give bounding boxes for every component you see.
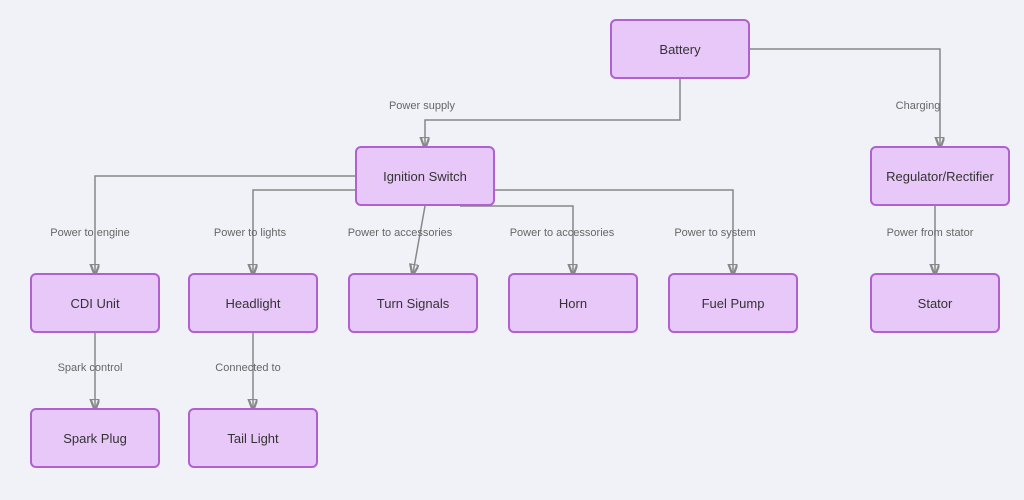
label-power-lights: Power to lights xyxy=(190,227,310,239)
node-battery: Battery xyxy=(610,19,750,79)
node-regulator: Regulator/Rectifier xyxy=(870,146,1010,206)
diagram: Battery Ignition Switch Regulator/Rectif… xyxy=(0,0,1024,500)
node-turnsignals: Turn Signals xyxy=(348,273,478,333)
label-power-accessories-2: Power to accessories xyxy=(492,227,632,239)
label-power-stator: Power from stator xyxy=(860,227,1000,239)
label-power-supply: Power supply xyxy=(362,100,482,112)
label-power-system: Power to system xyxy=(650,227,780,239)
label-power-accessories-1: Power to accessories xyxy=(330,227,470,239)
label-charging: Charging xyxy=(878,100,958,112)
label-power-engine: Power to engine xyxy=(30,227,150,239)
label-connected-to: Connected to xyxy=(188,362,308,374)
node-cdi: CDI Unit xyxy=(30,273,160,333)
node-stator: Stator xyxy=(870,273,1000,333)
label-spark-control: Spark control xyxy=(30,362,150,374)
node-taillight: Tail Light xyxy=(188,408,318,468)
node-ignition: Ignition Switch xyxy=(355,146,495,206)
node-fuelpump: Fuel Pump xyxy=(668,273,798,333)
node-sparkplug: Spark Plug xyxy=(30,408,160,468)
node-horn: Horn xyxy=(508,273,638,333)
node-headlight: Headlight xyxy=(188,273,318,333)
